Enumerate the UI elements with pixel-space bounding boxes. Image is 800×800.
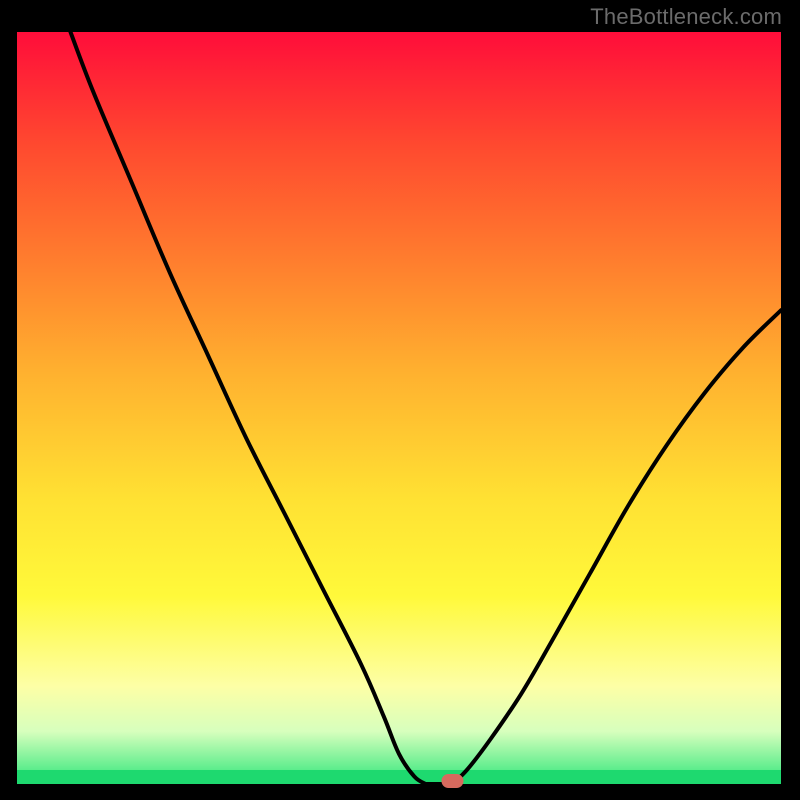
curve-right-branch: [452, 310, 781, 784]
bottleneck-chart: [17, 32, 781, 784]
chart-frame: TheBottleneck.com: [0, 0, 800, 800]
plot-area: [17, 32, 781, 784]
curve-left-branch: [70, 32, 425, 784]
optimum-marker: [441, 774, 463, 788]
watermark-text: TheBottleneck.com: [590, 4, 782, 30]
